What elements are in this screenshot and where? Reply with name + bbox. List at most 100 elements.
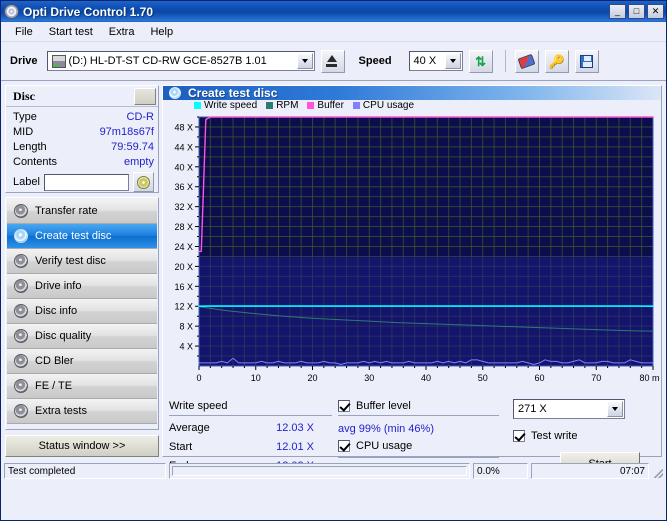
disc-icon bbox=[14, 329, 28, 343]
disc-info-rows: Type CD-R MID 97m18s67f Length 79:59.74 … bbox=[6, 107, 158, 192]
stat-value: 12.03 X bbox=[276, 422, 314, 434]
disc-type-value: CD-R bbox=[126, 111, 155, 123]
status-window-button[interactable]: Status window >> bbox=[5, 435, 159, 457]
drive-label: Drive bbox=[10, 55, 38, 67]
disc-label-key: Label bbox=[13, 176, 40, 188]
disc-label-input[interactable] bbox=[43, 173, 129, 191]
svg-text:48 X: 48 X bbox=[174, 122, 193, 132]
chevron-down-icon[interactable] bbox=[296, 53, 313, 69]
stat-key: Start bbox=[169, 441, 193, 453]
menu-item-file[interactable]: File bbox=[7, 24, 41, 40]
disc-contents-key: Contents bbox=[13, 156, 58, 168]
test-write-label: Test write bbox=[531, 430, 578, 442]
key-icon: 🔑 bbox=[548, 53, 565, 69]
disc-mid-value: 97m18s67f bbox=[99, 126, 154, 138]
status-message: Test completed bbox=[4, 463, 166, 479]
close-button[interactable]: ✕ bbox=[647, 4, 664, 19]
sidebar-item-disc-quality[interactable]: Disc quality bbox=[7, 324, 157, 349]
legend-item-rpm: RPM bbox=[266, 100, 298, 111]
buffer-level-stats: avg 99% (min 46%) bbox=[338, 423, 434, 435]
refresh-button[interactable]: ⇅ bbox=[468, 49, 493, 73]
stat-value: 12.01 X bbox=[276, 441, 314, 453]
chevron-down-icon[interactable] bbox=[444, 53, 461, 69]
speed-label: Speed bbox=[358, 55, 392, 67]
svg-text:16 X: 16 X bbox=[174, 282, 193, 292]
disc-label-apply-button[interactable] bbox=[133, 172, 154, 192]
sidebar-item-drive-info[interactable]: Drive info bbox=[7, 274, 157, 299]
disc-panel-title: Disc bbox=[13, 88, 35, 103]
save-button[interactable] bbox=[574, 49, 599, 73]
legend-swatch bbox=[307, 102, 315, 109]
svg-text:30: 30 bbox=[364, 373, 374, 383]
legend-label: Buffer bbox=[317, 100, 344, 111]
svg-text:28 X: 28 X bbox=[174, 222, 193, 232]
disc-panel-collapse-button[interactable] bbox=[134, 87, 156, 105]
drive-select[interactable]: (D:) HL-DT-ST CD-RW GCE-8527B 1.01 bbox=[46, 51, 315, 71]
elapsed-time: 07:07 bbox=[531, 463, 649, 479]
sidebar-item-label: Extra tests bbox=[35, 405, 87, 417]
disc-row-type: Type CD-R bbox=[13, 110, 154, 125]
svg-text:20: 20 bbox=[307, 373, 317, 383]
menu-item-help[interactable]: Help bbox=[142, 24, 181, 40]
buffer-level-checkbox[interactable] bbox=[338, 400, 350, 412]
cd-disc-icon bbox=[137, 175, 150, 189]
divider bbox=[338, 457, 499, 458]
section-title: Create test disc bbox=[188, 86, 278, 100]
chevron-down-icon[interactable] bbox=[607, 401, 623, 417]
sidebar-item-label: Transfer rate bbox=[35, 205, 98, 217]
test-write-checkbox-row[interactable]: Test write bbox=[513, 429, 655, 443]
sidebar-item-label: Disc quality bbox=[35, 330, 92, 342]
cpu-usage-checkbox-row[interactable]: CPU usage bbox=[338, 439, 501, 453]
sidebar-item-verify-test-disc[interactable]: Verify test disc bbox=[7, 249, 157, 274]
svg-text:10: 10 bbox=[251, 373, 261, 383]
window-controls: _ □ ✕ bbox=[609, 4, 664, 19]
test-write-checkbox[interactable] bbox=[513, 430, 525, 442]
svg-text:32 X: 32 X bbox=[174, 202, 193, 212]
refresh-icon: ⇅ bbox=[475, 53, 486, 69]
erase-button[interactable] bbox=[514, 49, 539, 73]
window-title: Opti Drive Control 1.70 bbox=[23, 4, 154, 19]
maximize-button[interactable]: □ bbox=[628, 4, 645, 19]
write-speed-select-value: 271 X bbox=[518, 403, 547, 415]
svg-text:0: 0 bbox=[196, 373, 201, 383]
stat-key: Average bbox=[169, 422, 210, 434]
svg-text:50: 50 bbox=[478, 373, 488, 383]
svg-text:20 X: 20 X bbox=[174, 262, 193, 272]
menu-item-extra[interactable]: Extra bbox=[101, 24, 143, 40]
sidebar-item-disc-info[interactable]: Disc info bbox=[7, 299, 157, 324]
write-speed-select[interactable]: 271 X bbox=[513, 399, 625, 419]
minimize-button[interactable]: _ bbox=[609, 4, 626, 19]
app-disc-icon bbox=[4, 4, 19, 19]
legend-label: CPU usage bbox=[362, 100, 415, 111]
svg-text:24 X: 24 X bbox=[174, 242, 193, 252]
sidebar-item-transfer-rate[interactable]: Transfer rate bbox=[7, 199, 157, 224]
status-bar: Test completed 0.0% 07:07 bbox=[1, 461, 666, 481]
disc-icon bbox=[14, 254, 28, 268]
menu-bar: File Start test Extra Help bbox=[1, 22, 666, 42]
chart-area: 4 X 8 X 12 X 16 X 20 X 24 X 28 X 32 X 36 X 40 X 44… bbox=[163, 111, 661, 393]
disc-icon bbox=[14, 229, 28, 243]
sidebar-item-create-test-disc[interactable]: Create test disc bbox=[7, 224, 157, 249]
buffer-level-label: Buffer level bbox=[356, 400, 411, 412]
disc-row-mid: MID 97m18s67f bbox=[13, 125, 154, 140]
sidebar-item-fe-te[interactable]: FE / TE bbox=[7, 374, 157, 399]
sidebar-item-label: CD Bler bbox=[35, 355, 74, 367]
resize-grip[interactable] bbox=[652, 463, 664, 479]
eject-button[interactable] bbox=[320, 49, 345, 73]
legend-item-buffer: Buffer bbox=[307, 100, 344, 111]
cpu-usage-checkbox[interactable] bbox=[338, 440, 350, 452]
speed-select[interactable]: 40 X bbox=[408, 51, 463, 71]
legend-item-cpu-usage: CPU usage bbox=[352, 100, 415, 111]
sidebar-item-cd-bler[interactable]: CD Bler bbox=[7, 349, 157, 374]
right-panel: Create test disc Write speed RPM Buffer bbox=[162, 85, 662, 477]
main-body: Disc Type CD-R MID 97m18s67f Length 79:5… bbox=[1, 81, 666, 477]
speed-select-value: 40 X bbox=[413, 55, 437, 67]
progress-bar bbox=[169, 463, 470, 479]
drive-icon bbox=[51, 54, 66, 68]
sidebar-item-label: Verify test disc bbox=[35, 255, 106, 267]
menu-item-start-test[interactable]: Start test bbox=[41, 24, 101, 40]
drive-select-value: (D:) HL-DT-ST CD-RW GCE-8527B 1.01 bbox=[68, 55, 267, 67]
key-button[interactable]: 🔑 bbox=[544, 49, 569, 73]
buffer-level-checkbox-row[interactable]: Buffer level bbox=[338, 399, 501, 413]
sidebar-item-extra-tests[interactable]: Extra tests bbox=[7, 399, 157, 424]
